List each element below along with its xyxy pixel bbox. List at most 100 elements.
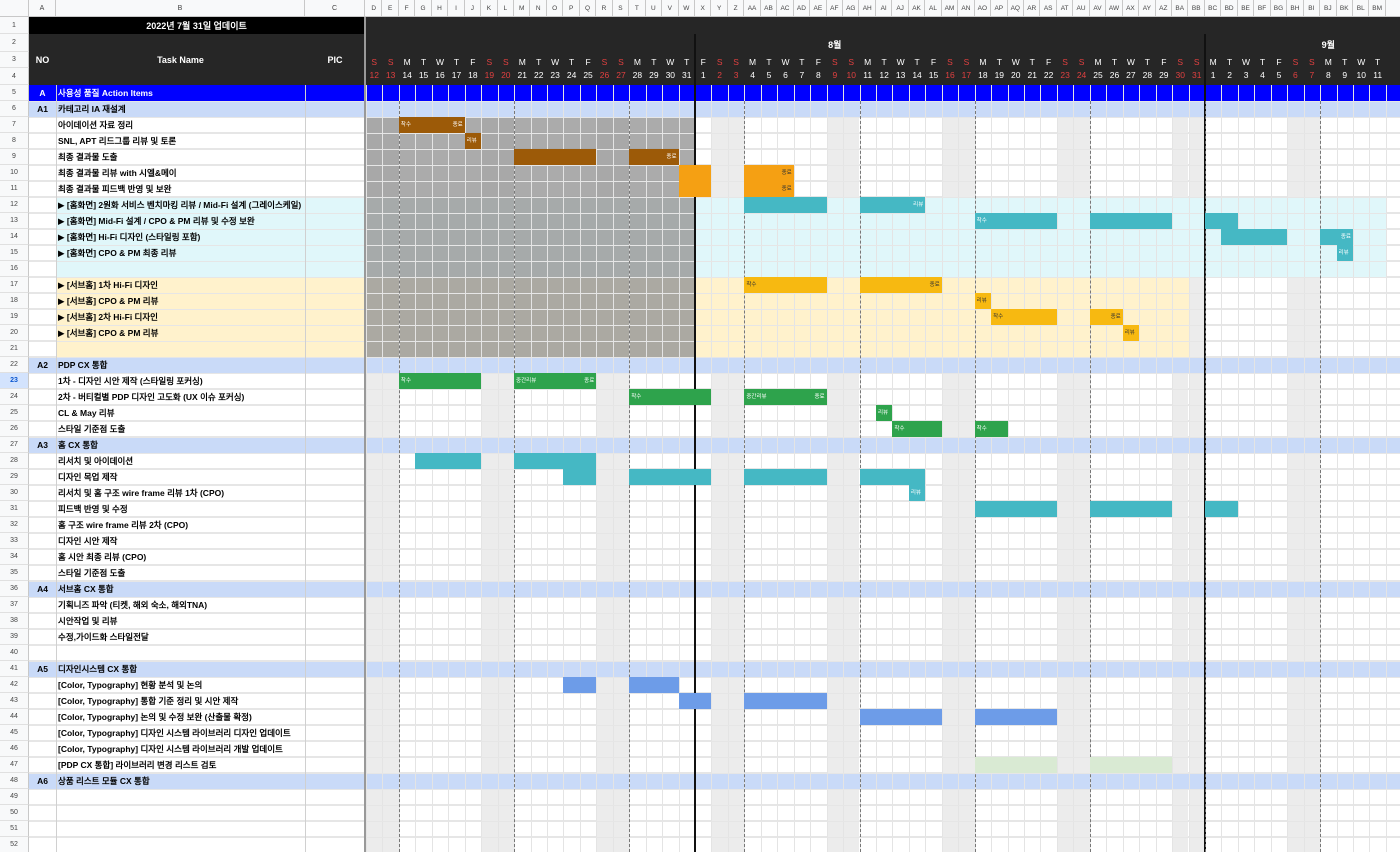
column-header-AL[interactable]: AL bbox=[925, 0, 942, 17]
task-name-cell[interactable]: 리서치 및 아이데이션 bbox=[58, 453, 364, 469]
task-name-cell[interactable] bbox=[58, 261, 364, 277]
gantt-bar-brown[interactable] bbox=[514, 149, 597, 165]
gantt-bar-teal[interactable] bbox=[1204, 501, 1238, 517]
gantt-bar-teal[interactable] bbox=[1089, 501, 1173, 517]
gantt-bar-yellow[interactable]: 착수 bbox=[991, 309, 1057, 325]
column-header-S[interactable]: S bbox=[612, 0, 630, 17]
gantt-bar-green[interactable]: 착수 bbox=[629, 389, 712, 405]
row-header-18[interactable]: 18 bbox=[0, 293, 29, 309]
task-name-cell[interactable]: 아이데이션 자료 정리 bbox=[58, 117, 364, 133]
gantt-bar-green[interactable]: 중간리뷰 종료 bbox=[744, 389, 827, 405]
column-header-K[interactable]: K bbox=[481, 0, 498, 17]
task-name-cell[interactable]: 스타일 기준점 도출 bbox=[58, 565, 364, 581]
column-header-BC[interactable]: BC bbox=[1204, 0, 1222, 17]
row-header-21[interactable]: 21 bbox=[0, 341, 29, 357]
task-name-cell[interactable] bbox=[58, 821, 364, 837]
task-name-cell[interactable]: ▶ [서브홈] CPO & PM 리뷰 bbox=[58, 293, 364, 309]
row-header-5[interactable]: 5 bbox=[0, 85, 29, 101]
task-name-cell[interactable]: 사용성 품질 Action Items bbox=[58, 85, 364, 101]
column-header-AB[interactable]: AB bbox=[760, 0, 778, 17]
gantt-bar-yellow[interactable]: 리뷰 bbox=[1122, 325, 1140, 341]
column-header-AQ[interactable]: AQ bbox=[1007, 0, 1024, 17]
column-header-BD[interactable]: BD bbox=[1221, 0, 1238, 17]
gantt-bar-teal[interactable] bbox=[1204, 213, 1238, 229]
column-header-AJ[interactable]: AJ bbox=[892, 0, 909, 17]
task-name-cell[interactable]: 카테고리 IA 재설계 bbox=[58, 101, 364, 117]
task-name-cell[interactable]: 리서치 및 홈 구조 wire frame 리뷰 1차 (CPO) bbox=[58, 485, 364, 501]
column-header-E[interactable]: E bbox=[382, 0, 399, 17]
column-header-AU[interactable]: AU bbox=[1073, 0, 1090, 17]
row-header-33[interactable]: 33 bbox=[0, 533, 29, 549]
task-name-cell[interactable]: 최종 결과물 피드백 반영 및 보완 bbox=[58, 181, 364, 197]
column-header-AY[interactable]: AY bbox=[1139, 0, 1156, 17]
task-name-cell[interactable]: ▶ [서브홈] 1차 Hi-Fi 디자인 bbox=[58, 277, 364, 293]
task-name-cell[interactable] bbox=[58, 837, 364, 852]
task-name-cell[interactable] bbox=[58, 645, 364, 661]
column-header-BB[interactable]: BB bbox=[1188, 0, 1205, 17]
row-header-43[interactable]: 43 bbox=[0, 693, 29, 709]
row-header-31[interactable]: 31 bbox=[0, 501, 29, 517]
gantt-bar-yellow[interactable]: 착수 bbox=[744, 277, 827, 293]
column-header-J[interactable]: J bbox=[464, 0, 482, 17]
gantt-bar-orange[interactable]: 종료 bbox=[744, 181, 794, 197]
column-header-N[interactable]: N bbox=[530, 0, 547, 17]
row-header-45[interactable]: 45 bbox=[0, 725, 29, 741]
column-header-T[interactable]: T bbox=[629, 0, 646, 17]
row-header-25[interactable]: 25 bbox=[0, 405, 29, 421]
task-name-cell[interactable]: 최종 결과물 도출 bbox=[58, 149, 364, 165]
row-header-22[interactable]: 22 bbox=[0, 357, 29, 373]
gantt-bar-green[interactable]: 중간리뷰 종료 bbox=[514, 373, 597, 389]
row-header-40[interactable]: 40 bbox=[0, 645, 29, 661]
row-header-32[interactable]: 32 bbox=[0, 517, 29, 533]
task-name-cell[interactable]: 서브홈 CX 통합 bbox=[58, 581, 364, 597]
column-header-BA[interactable]: BA bbox=[1172, 0, 1189, 17]
gantt-bar-teal[interactable]: 종료 bbox=[1320, 229, 1353, 245]
task-name-cell[interactable]: 2차 - 버티컬별 PDP 디자인 고도화 (UX 이슈 포커싱) bbox=[58, 389, 364, 405]
task-name-cell[interactable]: ▶ [홈화면] Hi-Fi 디자인 (스타일링 포함) bbox=[58, 229, 364, 245]
column-header-G[interactable]: G bbox=[415, 0, 432, 17]
gantt-bar-green[interactable]: 리뷰 bbox=[875, 405, 893, 421]
row-header-4[interactable]: 4 bbox=[0, 68, 29, 85]
column-header-F[interactable]: F bbox=[398, 0, 416, 17]
gantt-bar-lightgreen[interactable] bbox=[1089, 757, 1173, 773]
row-header-14[interactable]: 14 bbox=[0, 229, 29, 245]
row-header-24[interactable]: 24 bbox=[0, 389, 29, 405]
gantt-bar-green[interactable]: 착수 bbox=[892, 421, 942, 437]
task-name-cell[interactable]: SNL, APT 리드그룹 리뷰 및 토론 bbox=[58, 133, 364, 149]
row-header-12[interactable]: 12 bbox=[0, 197, 29, 213]
row-header-48[interactable]: 48 bbox=[0, 773, 29, 789]
row-header-13[interactable]: 13 bbox=[0, 213, 29, 229]
task-name-cell[interactable]: 최종 결과물 리뷰 with 시엘&메이 bbox=[58, 165, 364, 181]
gantt-bar-teal[interactable] bbox=[1089, 213, 1173, 229]
gantt-bar-teal[interactable] bbox=[1221, 229, 1288, 245]
gantt-bar-blue[interactable] bbox=[859, 709, 942, 725]
gantt-bar-orange[interactable]: 종료 bbox=[744, 165, 794, 181]
row-header-9[interactable]: 9 bbox=[0, 149, 29, 165]
column-header-AR[interactable]: AR bbox=[1024, 0, 1041, 17]
column-header-L[interactable]: L bbox=[497, 0, 515, 17]
column-header-M[interactable]: M bbox=[514, 0, 531, 17]
column-header-D[interactable]: D bbox=[366, 0, 383, 17]
row-header-17[interactable]: 17 bbox=[0, 277, 29, 293]
column-header-AT[interactable]: AT bbox=[1056, 0, 1074, 17]
task-name-cell[interactable] bbox=[58, 805, 364, 821]
task-name-cell[interactable]: ▶ [홈화면] 2원화 서비스 벤치마킹 리뷰 / Mid-Fi 설계 (그레이… bbox=[58, 197, 364, 213]
task-name-cell[interactable]: 디자인시스템 CX 통합 bbox=[58, 661, 364, 677]
column-header-BJ[interactable]: BJ bbox=[1320, 0, 1337, 17]
column-header-P[interactable]: P bbox=[563, 0, 580, 17]
gantt-bar-teal[interactable] bbox=[744, 469, 827, 485]
column-header-BM[interactable]: BM bbox=[1369, 0, 1386, 17]
column-header-BI[interactable]: BI bbox=[1303, 0, 1321, 17]
task-name-cell[interactable]: PDP CX 통합 bbox=[58, 357, 364, 373]
column-header-C[interactable]: C bbox=[305, 0, 365, 17]
gantt-bar-lightgreen[interactable] bbox=[974, 757, 1057, 773]
column-header-BK[interactable]: BK bbox=[1336, 0, 1353, 17]
column-header-AN[interactable]: AN bbox=[958, 0, 975, 17]
gantt-bar-blue[interactable] bbox=[563, 677, 597, 693]
column-header-Y[interactable]: Y bbox=[711, 0, 728, 17]
row-header-51[interactable]: 51 bbox=[0, 821, 29, 837]
task-name-cell[interactable] bbox=[58, 341, 364, 357]
gantt-bar-green[interactable]: 착수 bbox=[974, 421, 1008, 437]
task-name-cell[interactable] bbox=[58, 789, 364, 805]
column-header-V[interactable]: V bbox=[662, 0, 679, 17]
